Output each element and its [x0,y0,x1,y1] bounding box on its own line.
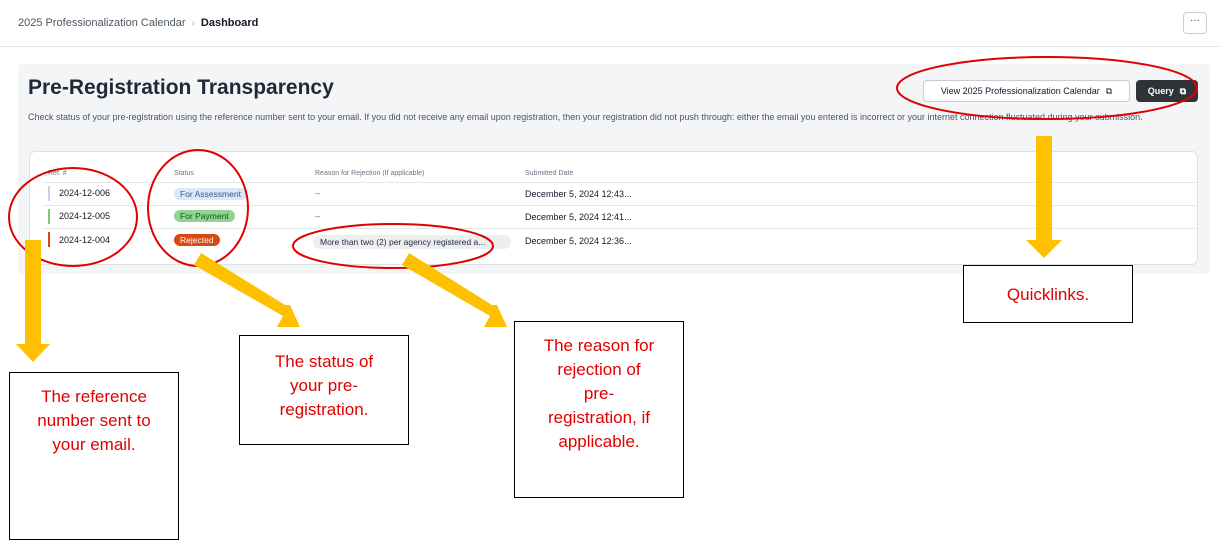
quicklinks-note: Quicklinks. [963,265,1133,323]
status-highlight-ellipse [147,149,249,267]
status-note: The status of your pre-registration. [239,335,409,445]
rejection-reason-note: The reason for rejection of pre-registra… [514,321,684,498]
arrow-down-icon [1026,136,1062,258]
reference-number-note: The reference number sent to your email. [9,372,179,540]
quicklinks-highlight-ellipse [896,56,1198,120]
arrow-down-icon [16,240,50,362]
reason-highlight-ellipse [292,223,494,269]
arrow-diagonal-icon [194,253,300,327]
